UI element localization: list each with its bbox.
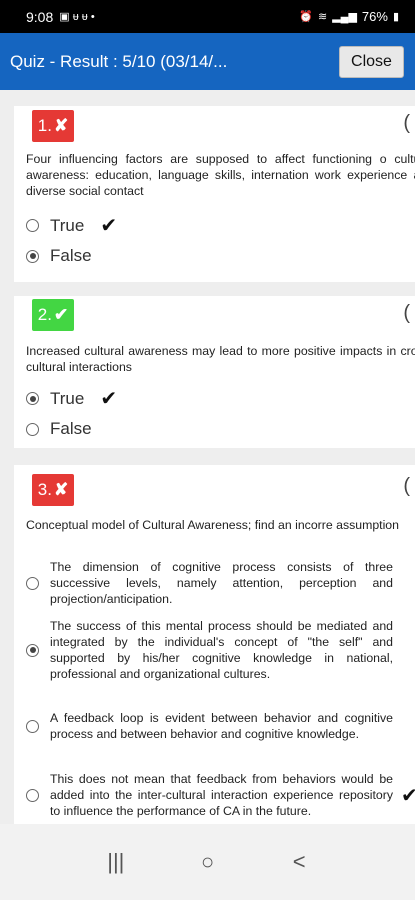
- question-2-corner-symbol: (: [403, 302, 410, 324]
- question-1-option-true[interactable]: True ✔: [26, 213, 117, 238]
- option-text: A feedback loop is evident between behav…: [50, 711, 393, 741]
- app-bar: Quiz - Result : 5/10 (03/14/... Close: [0, 33, 415, 90]
- signal-icon: ▂▄▆: [332, 11, 357, 23]
- system-nav-bar: ||| ○ <: [0, 824, 415, 900]
- correct-check-icon: ✔: [401, 784, 415, 807]
- radio-button[interactable]: [26, 576, 39, 590]
- correct-check-icon: ✔: [100, 388, 118, 410]
- battery-icon: ▮: [392, 11, 399, 23]
- quiz-result-title: Quiz - Result : 5/10 (03/14/...: [10, 51, 228, 71]
- radio-button-selected[interactable]: [26, 643, 39, 657]
- option-text: The dimension of cognitive process consi…: [50, 560, 393, 606]
- question-1-option-false[interactable]: False: [26, 246, 92, 266]
- question-3-option-3[interactable]: A feedback loop is evident between behav…: [26, 710, 393, 742]
- question-3-option-1[interactable]: The dimension of cognitive process consi…: [26, 559, 393, 607]
- question-3-option-4[interactable]: This does not mean that feedback from be…: [26, 771, 415, 819]
- question-2-option-false[interactable]: False: [26, 419, 92, 439]
- question-2-option-true[interactable]: True ✔: [26, 386, 117, 411]
- alarm-icon: ⏰: [299, 11, 313, 23]
- option-label: True: [50, 388, 85, 408]
- question-3-corner-symbol: (: [403, 475, 410, 497]
- right-mark-icon: ✔: [53, 305, 69, 324]
- notification-icons: ▣ ᵾ ᵾ •: [59, 11, 95, 23]
- close-button[interactable]: Close: [339, 45, 404, 78]
- wrong-mark-icon: ✘: [53, 480, 69, 499]
- question-1-number: 1.: [37, 116, 52, 135]
- radio-button[interactable]: [26, 422, 39, 436]
- option-label: False: [50, 419, 92, 438]
- status-time: 9:08: [26, 8, 54, 25]
- option-label: True: [50, 215, 85, 235]
- question-2-number: 2.: [37, 305, 52, 324]
- question-card-3: 3. ✘ ( Conceptual model of Cultural Awar…: [14, 465, 415, 824]
- question-card-1: 1. ✘ ( Four influencing factors are supp…: [14, 106, 415, 282]
- recents-button[interactable]: |||: [96, 849, 136, 875]
- option-text: The success of this mental process shoul…: [50, 619, 393, 681]
- back-button[interactable]: <: [279, 849, 319, 875]
- radio-button-selected[interactable]: [26, 249, 39, 263]
- correct-check-icon: ✔: [100, 215, 118, 237]
- question-3-number: 3.: [37, 480, 52, 499]
- question-3-option-2[interactable]: The success of this mental process shoul…: [26, 618, 393, 682]
- home-button[interactable]: ○: [187, 849, 227, 875]
- wrong-mark-icon: ✘: [53, 116, 69, 135]
- wifi-icon: ≋: [317, 11, 328, 23]
- question-3-badge: 3. ✘: [32, 474, 74, 506]
- radio-button[interactable]: [26, 219, 39, 232]
- results-list[interactable]: 1. ✘ ( Four influencing factors are supp…: [0, 90, 415, 824]
- question-card-2: 2. ✔ ( Increased cultural awareness may …: [14, 296, 415, 448]
- question-2-text: Increased cultural awareness may lead to…: [26, 344, 415, 374]
- question-1-text: Four influencing factors are supposed to…: [26, 152, 415, 198]
- status-left: 9:08 ▣ ᵾ ᵾ •: [26, 9, 95, 25]
- question-1-corner-symbol: (: [403, 112, 410, 134]
- radio-button-selected[interactable]: [26, 392, 39, 405]
- question-3-text: Conceptual model of Cultural Awareness; …: [26, 518, 399, 532]
- radio-button[interactable]: [26, 719, 39, 733]
- option-label: False: [50, 246, 92, 265]
- battery-level: 76%: [361, 9, 388, 24]
- option-text: This does not mean that feedback from be…: [50, 772, 393, 818]
- status-bar: 9:08 ▣ ᵾ ᵾ • ⏰ ≋ ▂▄▆ 76% ▮: [0, 0, 415, 33]
- status-right: ⏰ ≋ ▂▄▆ 76% ▮: [299, 9, 399, 24]
- question-2-badge: 2. ✔: [32, 299, 74, 331]
- question-1-badge: 1. ✘: [32, 110, 74, 142]
- radio-button[interactable]: [26, 788, 39, 802]
